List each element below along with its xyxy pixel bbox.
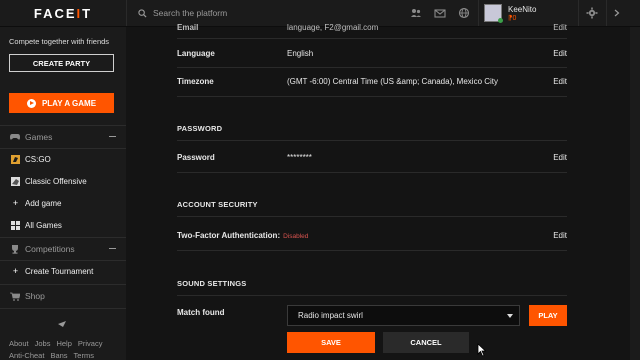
settings-row-two-factor: Two-Factor Authentication: Disabled Edit xyxy=(177,228,567,242)
sidebar-item-classic-offensive[interactable]: Classic Offensive xyxy=(0,171,126,191)
sidebar-section-label: Shop xyxy=(25,291,45,301)
settings-value: (GMT -6:00) Central Time (US &amp; Canad… xyxy=(287,76,499,86)
settings-row-language: Language English Edit xyxy=(177,46,567,60)
messages-icon[interactable] xyxy=(434,7,446,19)
divider xyxy=(177,38,567,39)
status-badge: Disabled xyxy=(283,232,309,240)
sidebar-item-label: Add game xyxy=(25,198,62,208)
mouse-cursor-icon xyxy=(477,343,487,357)
chevron-down-icon xyxy=(507,314,513,318)
divider xyxy=(126,0,127,26)
edit-password-link[interactable]: Edit xyxy=(553,153,567,162)
promo-text: Compete together with friends xyxy=(9,37,110,46)
settings-label: Match found xyxy=(177,307,225,317)
play-sound-button[interactable]: PLAY xyxy=(529,305,567,326)
divider xyxy=(177,96,567,97)
divider xyxy=(177,172,567,173)
settings-label: Email xyxy=(177,22,199,32)
plus-icon: + xyxy=(12,266,19,276)
user-info: KeeNito ⁋0 xyxy=(508,5,536,22)
sidebar-section-shop[interactable]: Shop xyxy=(0,285,126,307)
edit-timezone-link[interactable]: Edit xyxy=(553,77,567,86)
settings-row-timezone: Timezone (GMT -6:00) Central Time (US &a… xyxy=(177,74,567,88)
footer-links: About Jobs Help Privacy xyxy=(9,339,102,348)
sidebar: Compete together with friends CREATE PAR… xyxy=(0,27,126,360)
settings-value: ******** xyxy=(287,152,312,162)
sidebar-item-label: Classic Offensive xyxy=(25,176,87,186)
sidebar-item-label: Create Tournament xyxy=(25,266,94,276)
divider xyxy=(177,140,567,141)
cancel-button[interactable]: CANCEL xyxy=(383,332,469,353)
footer-link-bans[interactable]: Bans xyxy=(50,351,67,360)
save-button[interactable]: SAVE xyxy=(287,332,375,353)
settings-value: language, F2@gmail.com xyxy=(287,22,379,32)
settings-row-email: Email language, F2@gmail.com Edit xyxy=(177,20,567,34)
section-heading-password: PASSWORD xyxy=(177,124,223,133)
sidebar-item-label: All Games xyxy=(25,220,62,230)
csgo-icon xyxy=(11,154,20,164)
edit-language-link[interactable]: Edit xyxy=(553,49,567,58)
edit-link[interactable]: Edit xyxy=(553,23,567,32)
sidebar-section-competitions[interactable]: Competitions xyxy=(0,238,126,260)
play-icon xyxy=(26,98,36,108)
divider xyxy=(177,295,567,296)
footer-link-about[interactable]: About xyxy=(9,339,29,348)
settings-label: Two-Factor Authentication: Disabled xyxy=(177,230,309,240)
account-settings-panel: Email language, F2@gmail.com Edit Langua… xyxy=(126,23,630,360)
plus-icon: + xyxy=(12,198,19,208)
footer-link-terms[interactable]: Terms xyxy=(74,351,94,360)
sidebar-section-label: Competitions xyxy=(25,244,75,254)
settings-value: English xyxy=(287,48,314,58)
divider xyxy=(0,308,126,309)
footer-link-jobs[interactable]: Jobs xyxy=(35,339,51,348)
settings-label: Language xyxy=(177,48,215,58)
match-found-sound-select[interactable]: Radio impact swirl xyxy=(287,305,520,326)
search-icon xyxy=(138,8,147,18)
divider xyxy=(606,0,607,26)
globe-icon[interactable] xyxy=(458,7,470,19)
section-heading-account-security: ACCOUNT SECURITY xyxy=(177,200,258,209)
username: KeeNito xyxy=(508,4,537,14)
footer-links: Anti-Cheat Bans Terms xyxy=(9,351,94,360)
footer-link-anti-cheat[interactable]: Anti-Cheat xyxy=(9,351,44,360)
divider xyxy=(177,67,567,68)
select-value: Radio impact swirl xyxy=(298,311,363,320)
search-placeholder: Search the platform xyxy=(153,8,228,18)
gamepad-icon xyxy=(10,132,20,142)
edit-two-factor-link[interactable]: Edit xyxy=(553,231,567,240)
sidebar-item-all-games[interactable]: All Games xyxy=(0,215,126,235)
collapse-icon[interactable] xyxy=(109,248,116,249)
divider xyxy=(177,250,567,251)
sidebar-section-label: Games xyxy=(25,132,53,142)
divider xyxy=(578,0,579,26)
grid-icon xyxy=(11,220,20,230)
gear-icon[interactable] xyxy=(586,7,598,19)
create-party-button[interactable]: CREATE PARTY xyxy=(9,54,114,72)
sidebar-item-create-tournament[interactable]: + Create Tournament xyxy=(0,261,126,281)
sidebar-item-add-game[interactable]: + Add game xyxy=(0,193,126,213)
right-edge-panel xyxy=(630,27,640,360)
play-a-game-button[interactable]: PLAY A GAME xyxy=(9,93,114,113)
trophy-icon xyxy=(10,244,20,254)
faceit-logo[interactable]: FACE I T xyxy=(0,0,126,26)
section-heading-sound-settings: SOUND SETTINGS xyxy=(177,279,247,288)
friends-icon[interactable] xyxy=(410,7,422,19)
collapse-sidebar-icon[interactable] xyxy=(58,321,66,327)
settings-row-password: Password ******** Edit xyxy=(177,150,567,164)
footer-link-privacy[interactable]: Privacy xyxy=(78,339,103,348)
sidebar-item-csgo[interactable]: CS:GO xyxy=(0,149,126,169)
chevron-right-icon[interactable] xyxy=(613,7,621,19)
settings-label: Timezone xyxy=(177,76,214,86)
sidebar-section-games[interactable]: Games xyxy=(0,126,126,148)
cart-icon xyxy=(10,291,20,301)
sidebar-item-label: CS:GO xyxy=(25,154,51,164)
classic-offensive-icon xyxy=(11,176,20,186)
collapse-icon[interactable] xyxy=(109,136,116,137)
play-a-game-label: PLAY A GAME xyxy=(41,98,97,108)
settings-label: Password xyxy=(177,152,215,162)
divider xyxy=(177,216,567,217)
footer-link-help[interactable]: Help xyxy=(56,339,71,348)
